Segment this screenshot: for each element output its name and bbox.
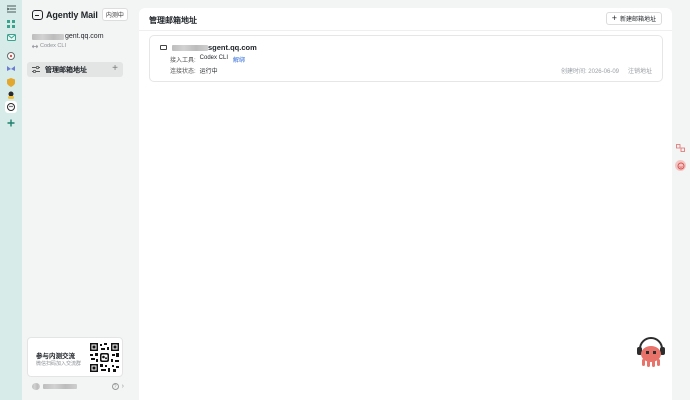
octopus-mascot-icon[interactable] [634, 337, 668, 367]
avatar-app-icon[interactable] [5, 89, 17, 101]
sliders-icon [32, 66, 40, 73]
help-icon[interactable]: ? [111, 383, 119, 390]
tool-value: Codex CLI [199, 55, 229, 61]
compass-icon[interactable] [5, 50, 17, 62]
sidebar-item-manage-addresses[interactable]: 管理邮箱地址 + [27, 62, 123, 77]
main-panel: 管理邮箱地址 + 新建邮箱地址 sgent.qq.com 接入工具: Codex… [139, 8, 672, 400]
redacted-username [43, 384, 77, 389]
mailbox-card: sgent.qq.com 接入工具: Codex CLI 解绑 连接状态: 运行… [149, 35, 663, 82]
chat-bot-icon[interactable] [5, 101, 17, 113]
brand: Agently Mail 内测中 [32, 8, 128, 21]
header-divider [139, 30, 672, 31]
account-tool: Codex CLI [32, 43, 128, 49]
shield-icon[interactable] [5, 76, 17, 88]
collapse-sidebar-icon[interactable] [5, 3, 17, 15]
created-time: 创建时间: 2026-06-09 [561, 66, 619, 75]
grid-apps-icon[interactable] [5, 18, 17, 30]
mailbox-tool-field: 接入工具: Codex CLI 解绑 [170, 55, 245, 64]
mail-app-icon[interactable] [5, 31, 17, 43]
brand-name: Agently Mail [46, 9, 98, 20]
revoke-address-button[interactable]: 注销地址 [628, 66, 652, 75]
user-profile-row[interactable]: ? › [32, 383, 124, 390]
new-address-button[interactable]: + 新建邮箱地址 [605, 12, 662, 25]
status-label: 连接状态: [170, 69, 196, 75]
qr-code-image [89, 342, 120, 373]
page-title: 管理邮箱地址 [149, 16, 197, 25]
add-address-icon[interactable]: + [112, 63, 118, 74]
qr-card-title: 参与内测交流 [36, 353, 75, 360]
account-email-suffix: gent.qq.com [65, 33, 104, 40]
mailbox-email: sgent.qq.com [160, 43, 257, 52]
mailbox-email-suffix: sgent.qq.com [208, 43, 257, 52]
mailbox-status-field: 连接状态: 运行中 [170, 66, 218, 75]
new-address-button-label: 新建邮箱地址 [619, 17, 656, 23]
icon-rail [0, 0, 22, 400]
mail-logo-icon [32, 9, 43, 20]
beta-badge: 内测中 [101, 8, 128, 21]
avatar [32, 383, 40, 390]
redacted-text [172, 44, 208, 51]
community-qr-card: 参与内测交流 微信扫码加入交流群 [27, 337, 123, 377]
link-icon [32, 44, 38, 48]
translate-icon[interactable] [675, 142, 686, 153]
status-value: 运行中 [199, 69, 218, 75]
tool-label: 接入工具: [170, 58, 196, 64]
account-info: gent.qq.com Codex CLI [32, 33, 128, 49]
created-value: 2026-06-09 [588, 69, 619, 75]
sidebar-item-label: 管理邮箱地址 [45, 66, 87, 74]
sidebar: Agently Mail 内测中 gent.qq.com Codex CLI 管… [22, 0, 132, 400]
qr-card-subtitle: 微信扫码加入交流群 [36, 361, 82, 367]
redacted-text [32, 33, 64, 40]
mail-icon [160, 45, 167, 50]
created-label: 创建时间: [560, 69, 587, 75]
butterfly-icon[interactable] [5, 63, 17, 75]
account-tool-name: Codex CLI [40, 43, 66, 49]
plus-icon: + [611, 13, 617, 23]
unbind-link[interactable]: 解绑 [233, 55, 245, 64]
assistant-icon[interactable] [675, 160, 686, 171]
add-app-icon[interactable] [5, 117, 17, 129]
chevron-right-icon[interactable]: › [122, 383, 124, 390]
account-email: gent.qq.com [32, 33, 128, 40]
